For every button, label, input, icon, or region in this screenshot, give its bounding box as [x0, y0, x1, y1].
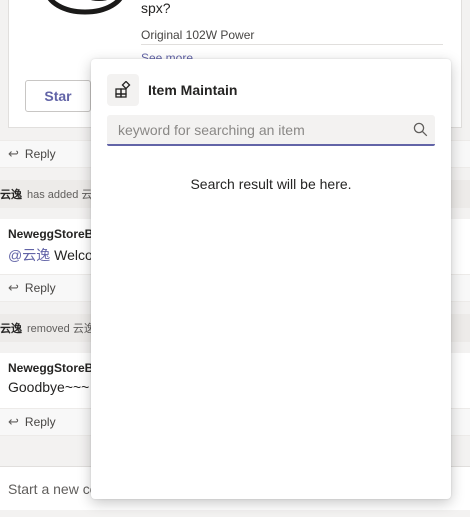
item-maintain-panel: Item Maintain Search result will be here… [91, 59, 451, 499]
search-box [107, 115, 435, 146]
app-grid-icon [107, 74, 139, 106]
search-icon[interactable] [405, 115, 435, 145]
product-subtitle: Original 102W Power [141, 28, 255, 42]
reply-label: Reply [24, 281, 56, 295]
card-divider [141, 44, 443, 45]
reply-label: Reply [24, 147, 56, 161]
reply-arrow-icon: ↩ [8, 146, 19, 161]
reply-label: Reply [24, 415, 56, 429]
system-actor: 云逸 [0, 189, 22, 201]
panel-header: Item Maintain [107, 74, 237, 106]
system-actor: 云逸 [0, 323, 22, 335]
product-title: spx? [141, 0, 171, 16]
panel-title: Item Maintain [148, 82, 238, 98]
product-image [47, 0, 123, 15]
system-text: removed 云逸 [27, 323, 95, 335]
search-result-placeholder: Search result will be here. [190, 176, 352, 192]
reply-arrow-icon: ↩ [8, 414, 19, 429]
search-input[interactable] [107, 115, 405, 144]
user-mention[interactable]: @云逸 [8, 247, 50, 263]
reply-arrow-icon: ↩ [8, 280, 19, 295]
star-button[interactable]: Star [25, 80, 91, 112]
